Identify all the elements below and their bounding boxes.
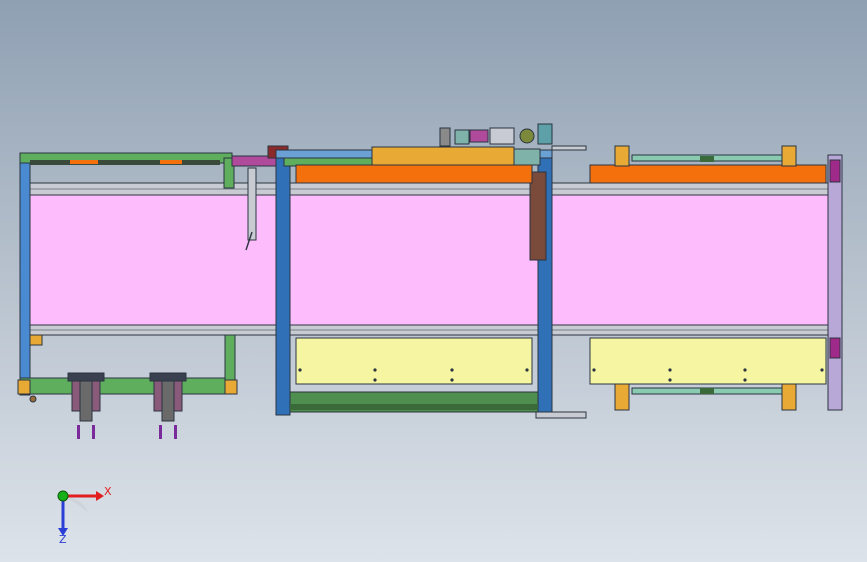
cad-viewport[interactable]: X Z: [0, 0, 867, 562]
lower-pad-left: [295, 337, 533, 385]
y-axis-origin: [57, 490, 69, 502]
left-cylinder-assembly-1: [67, 372, 105, 439]
right-top-rail: [614, 145, 797, 167]
main-conveyor-belt: [21, 182, 843, 336]
lower-pad-right: [589, 337, 827, 385]
z-axis-label: Z: [59, 533, 67, 546]
left-cylinder-assembly-2: [149, 372, 187, 439]
upper-orange-bar-left: [295, 164, 533, 184]
coordinate-triad: X Z: [57, 485, 112, 546]
right-bottom-rail: [614, 383, 797, 411]
right-end-frame: [827, 154, 843, 411]
x-axis-label: X: [104, 485, 112, 498]
top-gripper-mechanism: [371, 123, 587, 172]
upper-orange-bar-right: [589, 164, 827, 184]
